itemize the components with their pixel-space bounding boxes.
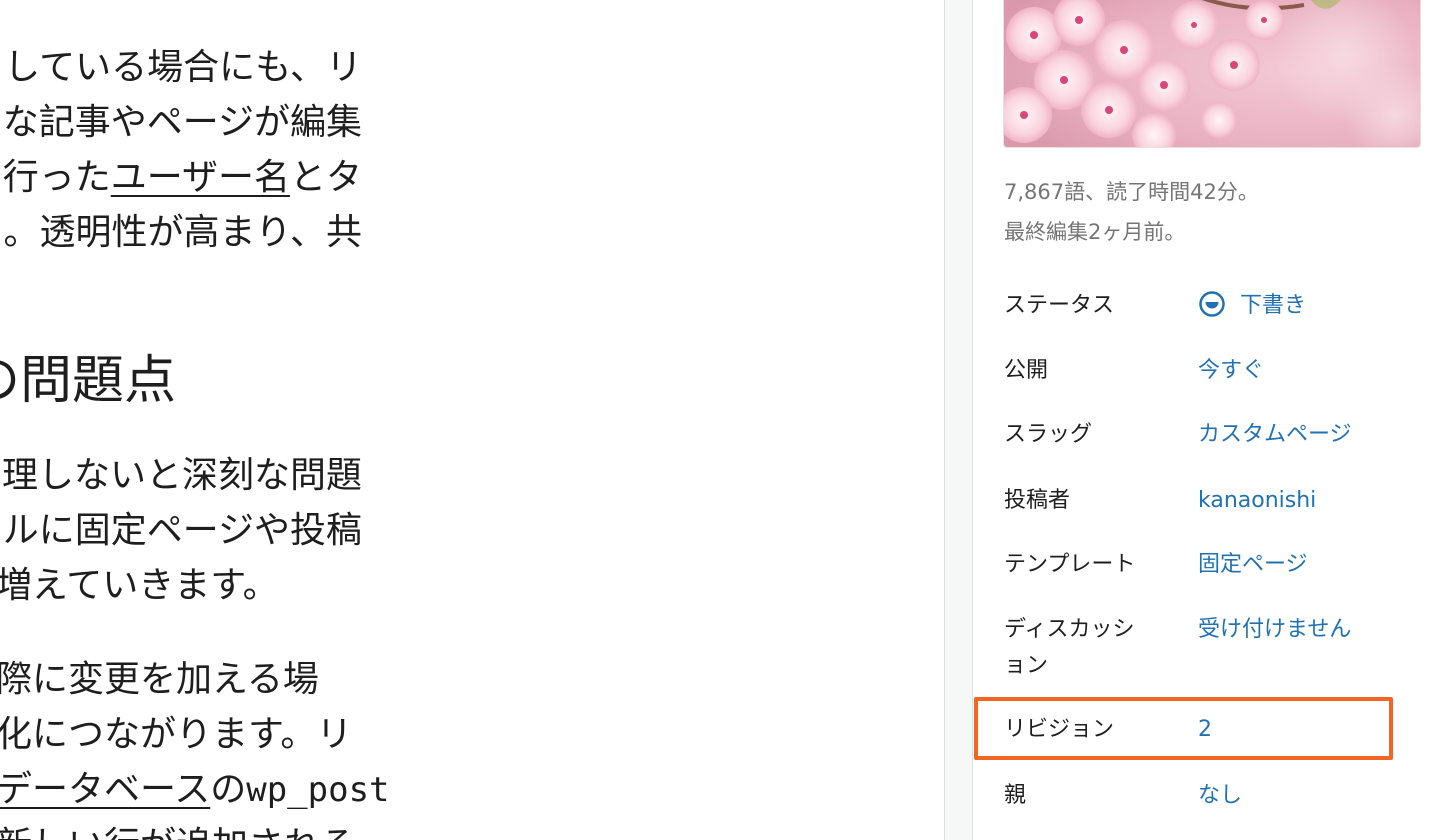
paragraph-line: データベースのwp_post: [0, 762, 390, 818]
paragraph-line: 新しい行が追加される: [0, 818, 390, 840]
paragraph-line: な記事やページが編集: [2, 102, 362, 143]
publish-label: 公開: [1004, 358, 1049, 383]
inline-code: wp_post: [246, 770, 390, 810]
paragraph-block[interactable]: している場合にも、リ な記事やページが編集 行ったユーザー名とタ 。透明性が高ま…: [0, 40, 362, 260]
paragraph-line: 際に変更を加える場: [0, 659, 319, 700]
paragraph-text: とタ: [289, 157, 362, 198]
sidebar-gutter: [945, 0, 972, 840]
paragraph-text: の: [210, 769, 247, 810]
paragraph-line: 理しないと深刻な問題: [1, 455, 362, 496]
paragraph-line: している場合にも、リ: [4, 47, 362, 88]
paragraph-text: 行った: [2, 157, 111, 198]
author-label: 投稿者: [1004, 488, 1071, 513]
word-count: 7,867語、読了時間42分。: [1004, 180, 1259, 204]
featured-image[interactable]: [1003, 0, 1421, 148]
slug-button[interactable]: カスタムページ: [1198, 417, 1352, 453]
status-button[interactable]: 下書き: [1198, 288, 1306, 324]
template-label: テンプレート: [1004, 552, 1136, 577]
slug-label: スラッグ: [1004, 422, 1093, 447]
status-label: ステータス: [1004, 293, 1115, 318]
settings-sidebar: 7,867語、読了時間42分。 最終編集2ヶ月前。 ステータス 下書き 公開 今…: [972, 0, 1446, 840]
discussion-label-line: ディスカッシ: [1004, 617, 1135, 642]
paragraph-line: 化につながります。リ: [0, 714, 353, 755]
paragraph-line: 。透明性が高まり、共: [3, 212, 362, 253]
editor-canvas[interactable]: している場合にも、リ な記事やページが編集 行ったユーザー名とタ 。透明性が高ま…: [0, 0, 945, 840]
publish-date-button[interactable]: 今すぐ: [1198, 353, 1264, 389]
revisions-label: リビジョン: [1004, 717, 1115, 742]
user-name-link[interactable]: ユーザー名: [111, 157, 290, 198]
section-heading[interactable]: の問題点: [0, 346, 176, 416]
paragraph-line: 行ったユーザー名とタ: [0, 150, 362, 205]
revisions-button[interactable]: 2: [1198, 712, 1212, 748]
discussion-label-line: ョン: [1004, 653, 1049, 678]
status-value: 下書き: [1240, 293, 1307, 318]
database-link[interactable]: データベース: [0, 769, 210, 810]
paragraph-line: 増えていきます。: [0, 565, 279, 606]
paragraph-block[interactable]: 際に変更を加える場 化につながります。リ データベースのwp_post 新しい行…: [0, 652, 390, 840]
discussion-label: ディスカッシ ョン: [1004, 612, 1154, 684]
parent-button[interactable]: なし: [1198, 778, 1242, 814]
paragraph-block[interactable]: 理しないと深刻な問題 ルに固定ページや投稿 増えていきます。: [0, 448, 362, 613]
author-button[interactable]: kanaonishi: [1198, 483, 1316, 519]
paragraph-line: ルに固定ページや投稿: [2, 510, 362, 551]
draft-status-icon: [1199, 291, 1225, 317]
cherry-blossom-image: [1004, 0, 1420, 147]
last-edited: 最終編集2ヶ月前。: [1004, 220, 1186, 244]
parent-label: 親: [1004, 783, 1027, 808]
template-button[interactable]: 固定ページ: [1198, 547, 1308, 583]
discussion-button[interactable]: 受け付けません: [1198, 612, 1351, 648]
